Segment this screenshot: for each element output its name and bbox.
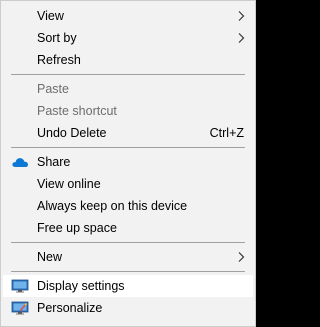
menu-item-view-online-label: View online xyxy=(37,177,101,191)
menu-item-paste: Paste xyxy=(3,78,253,100)
menu-item-always-keep[interactable]: Always keep on this device xyxy=(3,195,253,217)
menu-separator xyxy=(11,271,245,272)
menu-item-view[interactable]: View xyxy=(3,5,253,27)
menu-item-sort-by[interactable]: Sort by xyxy=(3,27,253,49)
menu-item-view-label: View xyxy=(37,9,64,23)
chevron-right-icon xyxy=(238,11,245,21)
menu-item-paste-label: Paste xyxy=(37,82,69,96)
menu-item-view-online[interactable]: View online xyxy=(3,173,253,195)
menu-item-undo-delete-label: Undo Delete xyxy=(37,126,107,140)
menu-separator xyxy=(11,74,245,75)
keyboard-shortcut: Ctrl+Z xyxy=(209,126,244,140)
context-menu: View Sort by Refresh Paste Paste shortcu… xyxy=(0,0,256,327)
menu-item-free-up-space-label: Free up space xyxy=(37,221,117,235)
menu-item-new-label: New xyxy=(37,250,63,264)
menu-item-share[interactable]: Share xyxy=(3,151,253,173)
menu-item-always-keep-label: Always keep on this device xyxy=(37,199,188,213)
menu-item-display-settings-label: Display settings xyxy=(37,279,125,293)
menu-item-paste-shortcut-label: Paste shortcut xyxy=(37,104,117,118)
menu-separator xyxy=(11,242,245,243)
menu-item-refresh[interactable]: Refresh xyxy=(3,49,253,71)
menu-item-paste-shortcut: Paste shortcut xyxy=(3,100,253,122)
onedrive-cloud-icon xyxy=(12,158,28,167)
menu-item-undo-delete[interactable]: Undo Delete Ctrl+Z xyxy=(3,122,253,144)
menu-item-sort-by-label: Sort by xyxy=(37,31,77,45)
personalize-icon xyxy=(11,301,29,315)
menu-item-share-label: Share xyxy=(37,155,71,169)
menu-item-personalize-label: Personalize xyxy=(37,301,103,315)
menu-item-personalize[interactable]: Personalize xyxy=(3,297,253,319)
menu-item-display-settings[interactable]: Display settings xyxy=(3,275,253,297)
menu-item-free-up-space[interactable]: Free up space xyxy=(3,217,253,239)
menu-separator xyxy=(11,147,245,148)
menu-item-refresh-label: Refresh xyxy=(37,53,81,67)
chevron-right-icon xyxy=(238,252,245,262)
display-icon xyxy=(11,279,29,293)
chevron-right-icon xyxy=(238,33,245,43)
menu-item-new[interactable]: New xyxy=(3,246,253,268)
